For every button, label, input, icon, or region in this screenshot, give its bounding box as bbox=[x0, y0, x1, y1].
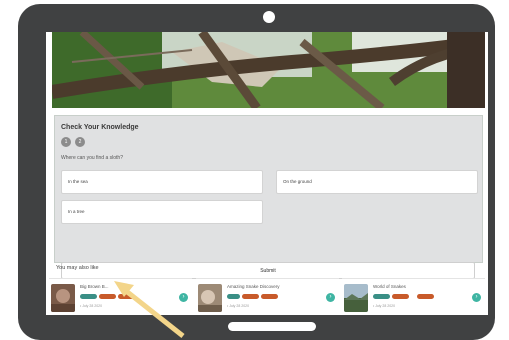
annotation-arrow bbox=[114, 281, 185, 338]
